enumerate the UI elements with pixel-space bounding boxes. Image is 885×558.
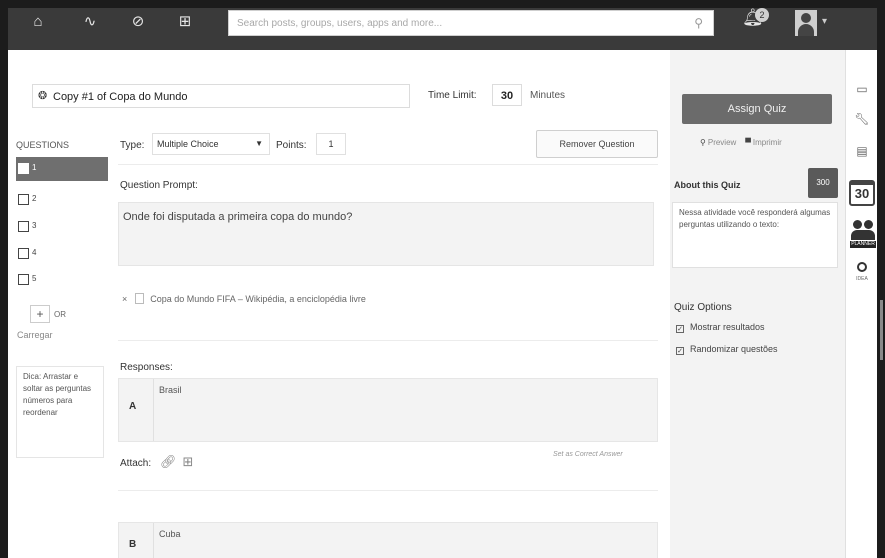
attach-label: Attach: <box>120 458 152 469</box>
questions-heading: QUESTIONS <box>16 140 70 150</box>
remove-attachment-icon[interactable]: × <box>122 294 127 304</box>
about-quiz-title: About this Quiz <box>674 180 741 190</box>
add-question-button[interactable]: + <box>30 305 50 323</box>
add-or-label: OR <box>54 310 66 319</box>
time-limit-unit: Minutes <box>530 90 566 101</box>
question-number: 5 <box>32 274 37 283</box>
search-placeholder: Search posts, groups, users, apps and mo… <box>237 18 443 29</box>
quiz-title-input[interactable]: ❂ Copy #1 of Copa do Mundo <box>32 84 410 108</box>
question-item-4[interactable]: 4 <box>16 242 108 266</box>
user-avatar[interactable] <box>795 10 817 36</box>
divider <box>118 164 658 165</box>
checkbox[interactable] <box>18 274 29 285</box>
notification-badge: 2 <box>755 8 769 22</box>
preview-icon: ⚲ <box>700 138 706 147</box>
bulb-ring <box>857 262 867 272</box>
compass-icon[interactable]: ⊘ <box>128 12 148 32</box>
option-randomize-questions[interactable]: ✓ Randomizar questões <box>676 344 778 355</box>
quiz-title-text: Copy #1 of Copa do Mundo <box>53 91 188 103</box>
response-option-b[interactable]: B Cuba <box>118 522 658 558</box>
quiz-icon: ❂ <box>38 90 48 102</box>
idea-icon[interactable]: IDEA <box>853 262 871 288</box>
quiz-editor-main <box>8 50 670 558</box>
question-item-5[interactable]: 5 <box>16 268 108 292</box>
print-link[interactable]: Imprimir <box>753 138 782 147</box>
window-frame-left <box>0 50 8 558</box>
divider <box>118 490 658 491</box>
option-label: Randomizar questões <box>690 344 778 354</box>
checkbox[interactable]: ✓ <box>676 347 684 355</box>
question-item-1[interactable]: 1 <box>16 157 108 181</box>
idea-label: IDEA <box>856 276 868 282</box>
about-quiz-description[interactable]: Nessa atividade você responderá algumas … <box>672 202 838 268</box>
chevron-down-icon: ▼ <box>255 139 263 148</box>
reorder-tip: Dica: Arrastar e soltar as perguntas núm… <box>16 366 104 458</box>
divider <box>153 523 154 558</box>
checkbox[interactable] <box>18 163 29 174</box>
time-limit-input[interactable]: 30 <box>492 84 522 106</box>
wrench-icon[interactable]: 🔧︎ <box>852 112 872 126</box>
checkbox[interactable] <box>18 248 29 259</box>
response-option-a[interactable]: A Brasil <box>118 378 658 442</box>
attached-resource: × Copa do Mundo FIFA – Wikipédia, a encic… <box>122 293 366 304</box>
question-item-2[interactable]: 2 <box>16 188 108 212</box>
question-number: 4 <box>32 248 37 257</box>
preview-link[interactable]: Preview <box>708 138 736 147</box>
search-input[interactable]: Search posts, groups, users, apps and mo… <box>228 10 714 36</box>
planner-label: PLANNER <box>850 241 876 248</box>
planner-icon[interactable]: PLANNER <box>850 218 876 248</box>
people-body <box>851 230 875 240</box>
preview-print-links: ⚲ Preview ▀ Imprimir <box>700 138 782 147</box>
search-icon[interactable]: ⚲ <box>694 16 703 30</box>
divider <box>153 379 154 441</box>
person-head <box>853 220 862 229</box>
attach-icons: 🔗︎⊞ <box>160 454 199 470</box>
question-item-3[interactable]: 3 <box>16 215 108 239</box>
chevron-down-icon[interactable]: ▾ <box>822 16 827 27</box>
library-icon[interactable]: ⊞ <box>175 12 195 32</box>
about-count-badge: 300 <box>808 168 838 198</box>
load-questions-link[interactable]: Carregar <box>17 330 53 340</box>
calendar-icon[interactable]: 30 <box>849 180 875 206</box>
question-type-select[interactable]: Multiple Choice ▼ <box>152 133 270 155</box>
response-letter: A <box>129 401 137 412</box>
home-icon[interactable]: ⌂ <box>28 12 48 32</box>
question-number: 3 <box>32 221 37 230</box>
tool-strip <box>845 50 877 558</box>
question-type-value: Multiple Choice <box>157 139 219 149</box>
quiz-options-title: Quiz Options <box>674 302 732 313</box>
activity-icon[interactable]: ∿ <box>80 12 100 32</box>
grid-icon[interactable]: ▤ <box>852 144 872 158</box>
link-icon[interactable]: 🔗︎ <box>160 454 183 469</box>
document-icon <box>135 293 145 304</box>
responses-label: Responses: <box>120 362 173 373</box>
response-text[interactable]: Cuba <box>159 529 181 539</box>
question-prompt-label: Question Prompt: <box>120 180 198 191</box>
points-label: Points: <box>276 140 307 151</box>
time-limit-label: Time Limit: <box>428 90 477 101</box>
storage-icon[interactable]: ▭ <box>852 82 872 96</box>
person-head <box>864 220 873 229</box>
question-prompt-textarea[interactable]: Onde foi disputada a primeira copa do mu… <box>118 202 654 266</box>
scrollbar-thumb[interactable] <box>880 300 883 360</box>
type-label: Type: <box>120 140 145 151</box>
checkbox[interactable]: ✓ <box>676 325 684 333</box>
question-number: 1 <box>32 163 37 172</box>
points-input[interactable]: 1 <box>316 133 346 155</box>
option-show-results[interactable]: ✓ Mostrar resultados <box>676 322 765 333</box>
divider <box>118 340 658 341</box>
library-icon[interactable]: ⊞ <box>183 454 200 469</box>
response-letter: B <box>129 539 137 550</box>
assign-quiz-button[interactable]: Assign Quiz <box>682 94 832 124</box>
print-icon: ▀ <box>745 138 751 147</box>
checkbox[interactable] <box>18 221 29 232</box>
attachment-link[interactable]: Copa do Mundo FIFA – Wikipédia, a encicl… <box>150 294 366 304</box>
set-correct-answer-link[interactable]: Set as Correct Answer <box>553 451 623 458</box>
question-number: 2 <box>32 194 37 203</box>
remove-question-button[interactable]: Remover Question <box>536 130 658 158</box>
checkbox[interactable] <box>18 194 29 205</box>
option-label: Mostrar resultados <box>690 322 765 332</box>
response-text[interactable]: Brasil <box>159 385 182 395</box>
